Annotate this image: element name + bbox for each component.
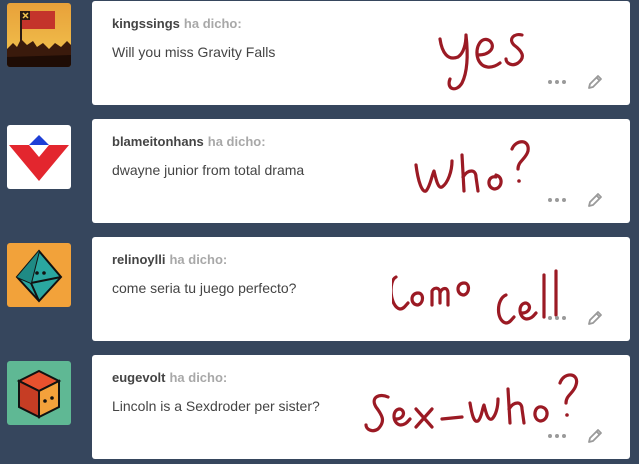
octahedron-avatar-icon (7, 243, 71, 307)
more-dots-icon[interactable] (548, 434, 566, 438)
asker-avatar[interactable] (7, 125, 71, 189)
more-dots-icon[interactable] (548, 80, 566, 84)
question-text: Will you miss Gravity Falls (112, 44, 276, 60)
pencil-icon[interactable] (586, 191, 604, 209)
asker-line: eugevolt ha dicho: (112, 370, 227, 385)
ask-card: blameitonhans ha dicho: dwayne junior fro… (92, 119, 630, 223)
question-text: dwayne junior from total drama (112, 162, 305, 178)
asker-avatar[interactable] (7, 3, 71, 67)
question-text: come seria tu juego perfecto? (112, 280, 297, 296)
asker-line: relinoylli ha dicho: (112, 252, 227, 267)
asker-avatar[interactable] (7, 243, 71, 307)
flag-sunset-avatar-icon (7, 3, 71, 67)
asker-name[interactable]: eugevolt (112, 370, 165, 385)
said-label: ha dicho: (169, 370, 228, 385)
asker-name[interactable]: blameitonhans (112, 134, 204, 149)
ask-post: eugevolt ha dicho: Lincoln is a Sexdroder… (0, 355, 639, 459)
ask-card: eugevolt ha dicho: Lincoln is a Sexdroder… (92, 355, 630, 459)
ask-post: kingssings ha dicho: Will you miss Gravit… (0, 1, 639, 105)
asker-name[interactable]: kingssings (112, 16, 180, 31)
ask-post: blameitonhans ha dicho: dwayne junior fro… (0, 119, 639, 223)
asker-name[interactable]: relinoylli (112, 252, 165, 267)
more-dots-icon[interactable] (548, 316, 566, 320)
red-chevron-avatar-icon (7, 125, 71, 189)
ask-card: relinoylli ha dicho: come seria tu juego … (92, 237, 630, 341)
more-dots-icon[interactable] (548, 198, 566, 202)
pencil-icon[interactable] (586, 309, 604, 327)
asker-avatar[interactable] (7, 361, 71, 425)
said-label: ha dicho: (207, 134, 266, 149)
cube-avatar-icon (7, 361, 71, 425)
pencil-icon[interactable] (586, 427, 604, 445)
said-label: ha dicho: (169, 252, 228, 267)
asker-line: kingssings ha dicho: (112, 16, 242, 31)
ask-post: relinoylli ha dicho: come seria tu juego … (0, 237, 639, 341)
asker-line: blameitonhans ha dicho: (112, 134, 266, 149)
said-label: ha dicho: (183, 16, 242, 31)
ask-card: kingssings ha dicho: Will you miss Gravit… (92, 1, 630, 105)
question-text: Lincoln is a Sexdroder per sister? (112, 398, 320, 414)
post-actions (548, 191, 604, 209)
post-actions (548, 427, 604, 445)
post-actions (548, 309, 604, 327)
pencil-icon[interactable] (586, 73, 604, 91)
post-actions (548, 73, 604, 91)
